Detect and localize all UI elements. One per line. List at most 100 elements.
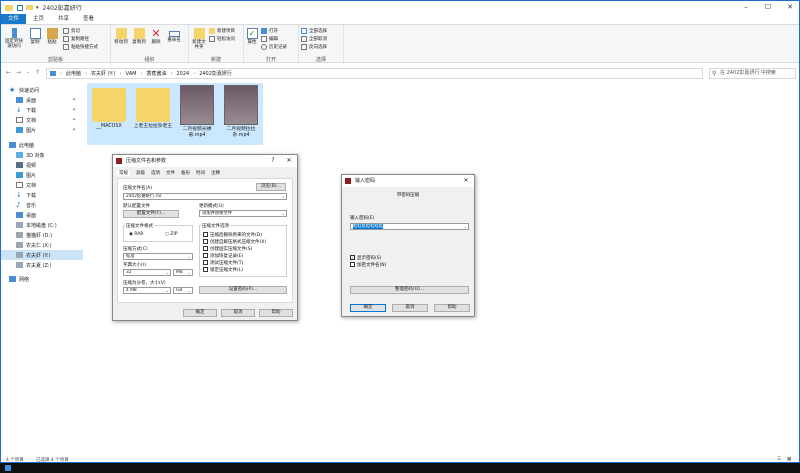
tab-time[interactable]: 时间 xyxy=(196,170,205,176)
nav-item[interactable]: 网络 xyxy=(9,274,29,284)
nav-item[interactable]: ★ 快速访问 xyxy=(9,85,39,95)
file-item[interactable]: 二月视频拉拉杂.mp4 xyxy=(219,83,263,145)
breadcrumb-item[interactable]: 2402彭嘉妍行 xyxy=(199,70,232,77)
option-checkbox[interactable] xyxy=(203,260,208,265)
split-unit-select[interactable]: GB ⌄ xyxy=(173,287,193,294)
folder-icon[interactable] xyxy=(26,5,33,10)
breadcrumb-item[interactable]: 农夫虾 (Y:) xyxy=(91,70,116,77)
rename-button[interactable]: 重命名 xyxy=(165,28,183,43)
tab-file[interactable]: 文件 xyxy=(1,14,27,24)
dictionary-unit-select[interactable]: MB ⌄ xyxy=(173,269,193,276)
nav-item[interactable]: ↓ 下载 xyxy=(16,190,36,200)
tab-files[interactable]: 文件 xyxy=(166,170,175,176)
cancel-button[interactable]: 取消 xyxy=(392,304,428,312)
file-item[interactable]: 上老王拉拉杂老王 xyxy=(131,83,175,145)
move-to-button[interactable]: 移动到 xyxy=(113,28,129,45)
edit-button[interactable]: 编辑 xyxy=(261,36,278,42)
tab-options[interactable]: 选项 xyxy=(151,170,160,176)
copy-button[interactable]: 复制 xyxy=(28,28,42,45)
nav-item[interactable]: 猫猫虾 (D:) xyxy=(16,230,52,240)
easy-access-button[interactable]: 轻松访问 xyxy=(209,36,235,42)
select-none-button[interactable]: 全部取消 xyxy=(301,36,327,42)
close-button[interactable]: ✕ xyxy=(779,1,799,14)
properties-button[interactable]: ✓ 属性 xyxy=(246,28,258,45)
help-button[interactable]: 帮助 xyxy=(434,304,470,312)
filename-input[interactable]: 2402彭嘉妍行.rar ⌄ xyxy=(123,193,287,200)
split-input[interactable]: 4 MB ⌄ xyxy=(123,287,171,294)
maximize-button[interactable]: ☐ xyxy=(757,1,779,14)
tab-advanced[interactable]: 高级 xyxy=(136,170,145,176)
method-select[interactable]: 标准 ⌄ xyxy=(123,253,193,260)
tab-backup[interactable]: 备份 xyxy=(181,170,190,176)
tab-comment[interactable]: 注释 xyxy=(211,170,220,176)
nav-item[interactable]: 此电脑 xyxy=(9,140,34,150)
nav-item[interactable]: 3D 对象 xyxy=(16,150,45,160)
recent-dropdown-icon[interactable]: ⌄ xyxy=(26,69,30,75)
pin-button[interactable]: 固定到快速访问 xyxy=(4,28,24,49)
tab-view[interactable]: 查看 xyxy=(76,14,101,24)
history-button[interactable]: 历史记录 xyxy=(261,44,287,50)
nav-item[interactable]: ♪ 音乐 xyxy=(16,200,36,210)
up-icon[interactable]: ↑ xyxy=(35,69,40,76)
new-folder-button[interactable]: 新建文件夹 xyxy=(191,28,207,50)
forward-icon[interactable]: → xyxy=(16,69,21,76)
profiles-button[interactable]: 配置文件(F)... xyxy=(123,210,179,218)
thumbnail-view-icon[interactable]: ▦ xyxy=(787,457,791,462)
breadcrumb-item[interactable]: 2024 xyxy=(176,71,189,77)
paste-shortcut-button[interactable]: 粘贴快捷方式 xyxy=(63,44,98,50)
set-password-button[interactable]: 设置密码(P)... xyxy=(199,286,287,294)
nav-item[interactable]: 农夫夏 (Z:) xyxy=(16,260,52,270)
password-input[interactable]: 蛙蛙蛙蛙蛙蛙蛙 ⌄ xyxy=(350,223,469,230)
delete-button[interactable]: ✕ 删除 xyxy=(149,28,163,45)
check-icon[interactable] xyxy=(17,4,23,11)
close-button[interactable]: ✕ xyxy=(281,155,297,167)
close-button[interactable]: ✕ xyxy=(458,175,474,187)
tab-share[interactable]: 共享 xyxy=(51,14,76,24)
ok-button[interactable]: 确定 xyxy=(350,304,386,312)
minimize-button[interactable]: – xyxy=(735,1,757,14)
nav-item[interactable]: 文档 xyxy=(16,180,36,190)
tab-general[interactable]: 常规 xyxy=(117,170,130,176)
nav-item[interactable]: 图片 ✦ xyxy=(16,125,76,135)
help-mark-button[interactable]: ? xyxy=(265,155,281,167)
back-icon[interactable]: ← xyxy=(6,69,11,76)
copy-to-button[interactable]: 复制到 xyxy=(131,28,147,45)
breadcrumb-item[interactable]: 此电脑 xyxy=(66,70,81,77)
option-checkbox[interactable] xyxy=(203,239,208,244)
format-zip-option[interactable]: ○ ZIP xyxy=(165,232,178,237)
ok-button[interactable]: 确定 xyxy=(183,309,217,317)
cut-button[interactable]: 剪切 xyxy=(63,28,80,34)
file-item[interactable]: __MACOSX xyxy=(87,83,131,145)
breadcrumb-item[interactable]: 香蕉酱油 xyxy=(146,70,166,77)
copy-path-button[interactable]: 复制路径 xyxy=(63,36,89,42)
nav-item[interactable]: 桌面 ✦ xyxy=(16,95,76,105)
nav-item[interactable]: 本地磁盘 (C:) xyxy=(16,220,57,230)
breadcrumb-item[interactable]: VAM xyxy=(126,71,137,77)
invert-selection-button[interactable]: 反向选择 xyxy=(301,44,327,50)
start-icon[interactable] xyxy=(5,465,11,471)
search-input[interactable]: ⚲ 在 2402彭嘉妍行 中搜索 xyxy=(709,68,796,79)
nav-item-selected[interactable]: 农夫虾 (Y:) xyxy=(1,250,83,260)
help-button[interactable]: 帮助 xyxy=(259,309,293,317)
option-checkbox[interactable] xyxy=(203,232,208,237)
nav-item[interactable]: 农夫仁 (X:) xyxy=(16,240,52,250)
nav-item[interactable]: 桌面 xyxy=(16,210,36,220)
details-view-icon[interactable]: ☰ xyxy=(777,457,781,462)
nav-item[interactable]: ↓ 下载 ✦ xyxy=(16,105,76,115)
nav-item[interactable]: 图片 xyxy=(16,170,36,180)
show-password-checkbox[interactable]: ✓ xyxy=(350,255,355,260)
dropdown-icon[interactable]: ▾ xyxy=(36,5,39,11)
option-checkbox[interactable] xyxy=(203,246,208,251)
address-bar[interactable]: › 此电脑 › 农夫虾 (Y:) › VAM › 香蕉酱油 › 2024 › 2… xyxy=(46,68,703,79)
nav-item[interactable]: 文档 ✦ xyxy=(16,115,76,125)
manage-passwords-button[interactable]: 整理密码(O)... xyxy=(350,286,469,294)
nav-item[interactable]: 视频 xyxy=(16,160,36,170)
format-rar-option[interactable]: ◉ RAR xyxy=(129,232,144,237)
browse-button[interactable]: 浏览(B)... xyxy=(256,183,286,191)
encrypt-names-checkbox[interactable] xyxy=(350,262,355,267)
select-all-button[interactable]: 全部选择 xyxy=(301,28,327,34)
paste-button[interactable]: 粘贴 xyxy=(45,28,59,45)
option-checkbox[interactable] xyxy=(203,267,208,272)
file-item[interactable]: 二月视频光裸悬.mp4 xyxy=(175,83,219,145)
dictionary-select[interactable]: 32 ⌄ xyxy=(123,269,171,276)
